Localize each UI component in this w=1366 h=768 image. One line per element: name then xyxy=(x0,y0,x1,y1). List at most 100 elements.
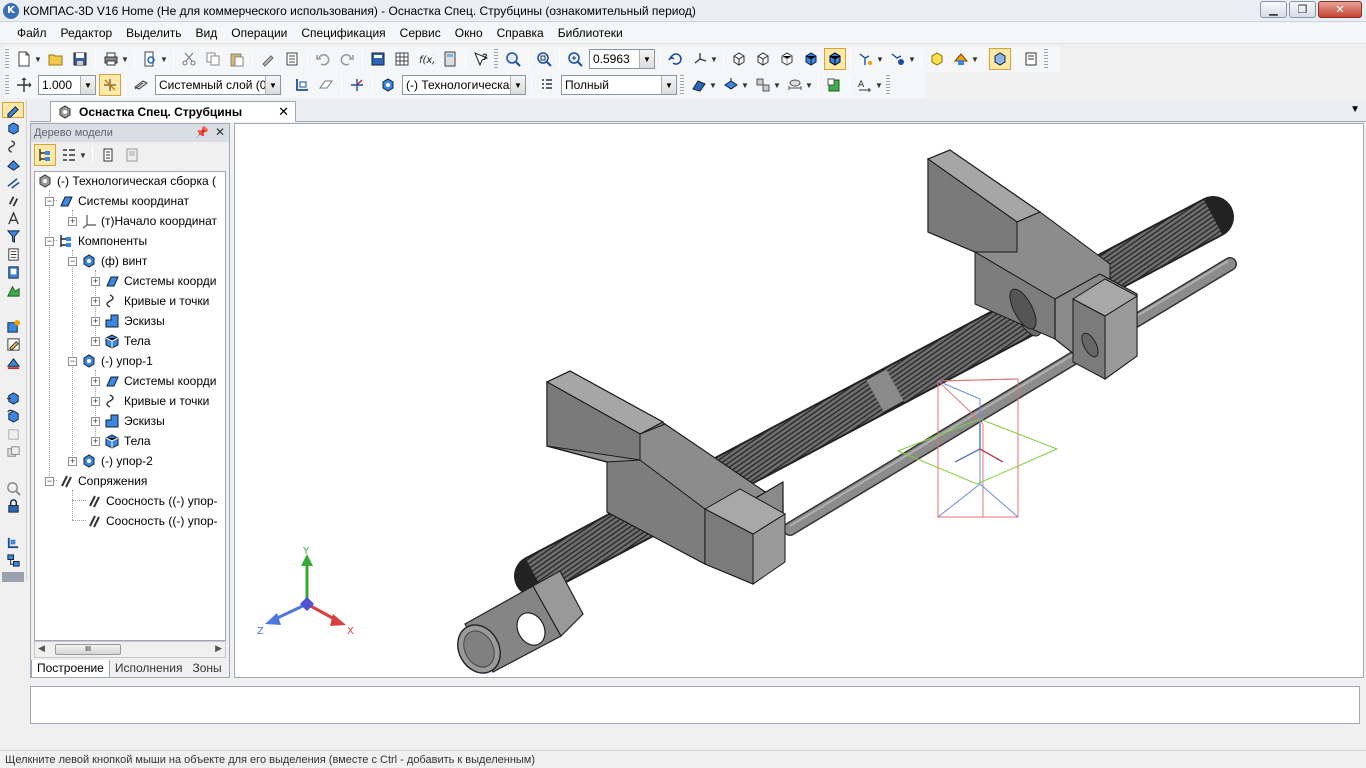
tree-node-upor1[interactable]: − (-) упор-1 xyxy=(68,352,153,370)
paste-icon[interactable] xyxy=(226,48,248,70)
extrude-dropdown-icon[interactable]: ▼ xyxy=(741,81,749,90)
surfaces-icon[interactable] xyxy=(688,74,710,96)
cut-icon[interactable] xyxy=(178,48,200,70)
tree-node-vint-bodies[interactable]: + Тела xyxy=(91,332,151,350)
text-dimension-icon[interactable]: A xyxy=(854,74,876,96)
tree-horizontal-scrollbar[interactable]: ◀ III ▶ xyxy=(34,641,226,658)
tree-properties-icon[interactable] xyxy=(97,144,119,166)
filter-select-icon[interactable] xyxy=(855,48,877,70)
spreadsheet-icon[interactable] xyxy=(391,48,413,70)
collapse-icon[interactable]: − xyxy=(45,196,54,206)
local-cs-icon[interactable] xyxy=(291,74,313,96)
step-combo[interactable]: 1.000 ▼ xyxy=(38,75,96,95)
layer-icon[interactable] xyxy=(130,74,152,96)
expand-icon[interactable]: + xyxy=(68,216,77,226)
print-dropdown-icon[interactable]: ▼ xyxy=(121,55,129,64)
menu-service[interactable]: Сервис xyxy=(393,23,448,44)
tree-structure-icon[interactable] xyxy=(34,144,56,166)
redo-icon[interactable] xyxy=(336,48,358,70)
zoom-scale-icon[interactable] xyxy=(564,48,586,70)
filter-tool-icon[interactable] xyxy=(2,228,24,244)
tree-preview-icon[interactable] xyxy=(121,144,143,166)
reports-icon[interactable] xyxy=(2,264,24,280)
add-component-icon[interactable] xyxy=(2,120,24,136)
perspective-icon[interactable] xyxy=(950,48,972,70)
tree-node-mates[interactable]: − Сопряжения xyxy=(45,472,147,490)
aux-geometry-icon[interactable] xyxy=(2,174,24,190)
chevron-down-icon[interactable]: ▼ xyxy=(265,76,280,94)
expand-icon[interactable]: + xyxy=(91,416,100,426)
chevron-down-icon[interactable]: ▼ xyxy=(661,76,676,94)
hidden-lines-icon[interactable] xyxy=(752,48,774,70)
toolbar-grip[interactable] xyxy=(1044,49,1048,69)
surfaces-tool-icon[interactable] xyxy=(2,156,24,172)
surfaces-dropdown-icon[interactable]: ▼ xyxy=(709,81,717,90)
copy-icon[interactable] xyxy=(202,48,224,70)
scroll-right-icon[interactable]: ▶ xyxy=(215,643,222,654)
measure-dropdown-icon[interactable]: ▼ xyxy=(805,81,813,90)
menu-select[interactable]: Выделить xyxy=(119,23,188,44)
undo-icon[interactable] xyxy=(312,48,334,70)
mates-icon[interactable] xyxy=(2,192,24,208)
document-tab[interactable]: Оснастка Спец. Струбцины ✕ xyxy=(50,101,296,122)
filter-points-icon[interactable] xyxy=(887,48,909,70)
tree-node-upor1-cs[interactable]: + Системы коорди xyxy=(91,372,216,390)
layer-combo[interactable]: Системный слой (0) ▼ xyxy=(155,75,281,95)
orientation-dropdown-icon[interactable]: ▼ xyxy=(710,55,718,64)
save-icon[interactable] xyxy=(69,48,91,70)
tree-node-coaxial-1[interactable]: Соосность ((-) упор- xyxy=(86,492,218,510)
expand-icon[interactable]: + xyxy=(91,396,100,406)
new-document-icon[interactable] xyxy=(13,48,35,70)
hierarchy-icon[interactable] xyxy=(2,552,24,568)
display-settings-icon[interactable] xyxy=(1020,48,1042,70)
rotate-icon[interactable] xyxy=(665,48,687,70)
menu-editor[interactable]: Редактор xyxy=(54,23,120,44)
tree-node-vint-sketches[interactable]: + Эскизы xyxy=(91,312,165,330)
scroll-thumb[interactable]: III xyxy=(55,644,121,655)
spec-tool-icon[interactable] xyxy=(2,246,24,262)
group-combo[interactable]: (-) Технологическая ▼ xyxy=(402,75,526,95)
expand-icon[interactable]: + xyxy=(91,296,100,306)
variables-fx-icon[interactable]: f(x) xyxy=(415,48,437,70)
panel-close-icon[interactable]: ✕ xyxy=(215,125,225,139)
manager-icon[interactable] xyxy=(367,48,389,70)
extrude-icon[interactable] xyxy=(720,74,742,96)
text-dropdown-icon[interactable]: ▼ xyxy=(875,81,883,90)
help-pointer-icon[interactable]: ? xyxy=(470,48,492,70)
compact-panel-scroll[interactable] xyxy=(2,572,24,582)
menu-view[interactable]: Вид xyxy=(189,23,225,44)
zoom-fit-icon[interactable] xyxy=(502,48,524,70)
chevron-down-icon[interactable]: ▼ xyxy=(80,76,95,94)
tree-node-vint[interactable]: − (ф) винт xyxy=(68,252,147,270)
tab-list-dropdown-icon[interactable]: ▼ xyxy=(1350,104,1360,115)
tree-node-vint-cs[interactable]: + Системы коорди xyxy=(91,272,216,290)
tree-node-components[interactable]: − Компоненты xyxy=(45,232,147,250)
menu-window[interactable]: Окно xyxy=(448,23,490,44)
tab-variants[interactable]: Исполнения xyxy=(110,660,188,678)
zoom-tool-icon[interactable] xyxy=(2,480,24,496)
tree-node-coaxial-2[interactable]: Соосность ((-) упор- xyxy=(86,512,218,530)
spatial-curves-icon[interactable] xyxy=(2,138,24,154)
orient-icon[interactable] xyxy=(346,74,368,96)
step-cursor-icon[interactable] xyxy=(13,74,35,96)
measure-icon[interactable] xyxy=(784,74,806,96)
elements-icon[interactable] xyxy=(2,282,24,298)
open-folder-icon[interactable] xyxy=(45,48,67,70)
filter-dropdown-icon[interactable]: ▼ xyxy=(876,55,884,64)
display-mode-icon[interactable] xyxy=(536,74,558,96)
scroll-left-icon[interactable]: ◀ xyxy=(38,643,45,654)
sketch-edit-icon[interactable] xyxy=(2,336,24,352)
library-icon[interactable] xyxy=(823,74,845,96)
tree-node-upor2[interactable]: + (-) упор-2 xyxy=(68,452,153,470)
filter2-dropdown-icon[interactable]: ▼ xyxy=(908,55,916,64)
expand-icon[interactable]: + xyxy=(91,376,100,386)
tree-node-origin[interactable]: + (т)Начало координат xyxy=(68,212,217,230)
toolbar-grip[interactable] xyxy=(494,49,498,69)
menu-file[interactable]: Файл xyxy=(10,23,54,44)
toolbar-grip[interactable] xyxy=(5,75,9,95)
list-icon[interactable] xyxy=(281,48,303,70)
toolbar-grip[interactable] xyxy=(680,75,684,95)
menu-specification[interactable]: Спецификация xyxy=(294,23,392,44)
tree-node-upor1-sketches[interactable]: + Эскизы xyxy=(91,412,165,430)
edit-assembly-icon[interactable] xyxy=(2,102,24,118)
